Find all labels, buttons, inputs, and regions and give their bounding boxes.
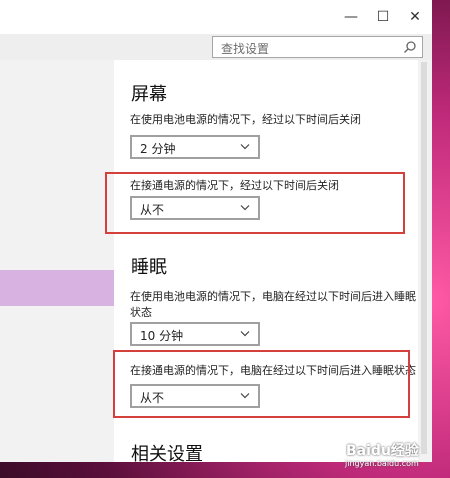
search-input[interactable]: 查找设置	[212, 36, 423, 58]
chevron-down-icon	[240, 144, 250, 150]
chevron-down-icon	[240, 331, 250, 337]
sleep-plugged-value: 从不	[140, 391, 165, 405]
scrollbar-thumb[interactable]	[421, 62, 427, 454]
sleep-plugged-dropdown[interactable]: 从不	[130, 384, 260, 408]
maximize-button[interactable]: ☐	[366, 0, 400, 34]
screen-battery-dropdown[interactable]: 2 分钟	[130, 135, 260, 159]
screen-plugged-value: 从不	[140, 203, 165, 217]
screen-plugged-label: 在接通电源的情况下，经过以下时间后关闭	[130, 179, 339, 192]
screen-section-title: 屏幕	[131, 84, 167, 105]
navigation-pane	[0, 60, 114, 462]
sleep-battery-label: 在使用电池电源的情况下，电脑在经过以下时间后进入睡眠状态	[130, 290, 416, 319]
sleep-plugged-label: 在接通电源的情况下，电脑在经过以下时间后进入睡眠状态	[130, 364, 416, 377]
settings-window: — ☐ ✕ 查找设置 屏幕 在使用电池电源的情况下，经过以下时间后关闭 2 分钟…	[0, 0, 432, 462]
nav-item-selected[interactable]	[0, 270, 114, 306]
related-settings-title: 相关设置	[131, 444, 203, 462]
title-bar: — ☐ ✕	[0, 0, 432, 34]
close-button[interactable]: ✕	[398, 0, 432, 34]
watermark-url: jingyan.baidu.com	[345, 459, 419, 468]
minimize-button[interactable]: —	[334, 0, 368, 34]
sleep-battery-value: 10 分钟	[140, 329, 184, 343]
screen-battery-value: 2 分钟	[140, 142, 176, 156]
chevron-down-icon	[240, 205, 250, 211]
screen-plugged-dropdown[interactable]: 从不	[130, 196, 260, 220]
search-placeholder: 查找设置	[221, 42, 270, 56]
watermark-brand: Baidu经验	[346, 443, 419, 459]
search-icon	[404, 41, 416, 53]
settings-content: 屏幕 在使用电池电源的情况下，经过以下时间后关闭 2 分钟 在接通电源的情况下，…	[114, 60, 418, 462]
sleep-section-title: 睡眠	[131, 257, 167, 278]
sleep-battery-dropdown[interactable]: 10 分钟	[130, 322, 260, 346]
chevron-down-icon	[240, 393, 250, 399]
screen-battery-label: 在使用电池电源的情况下，经过以下时间后关闭	[130, 113, 361, 126]
